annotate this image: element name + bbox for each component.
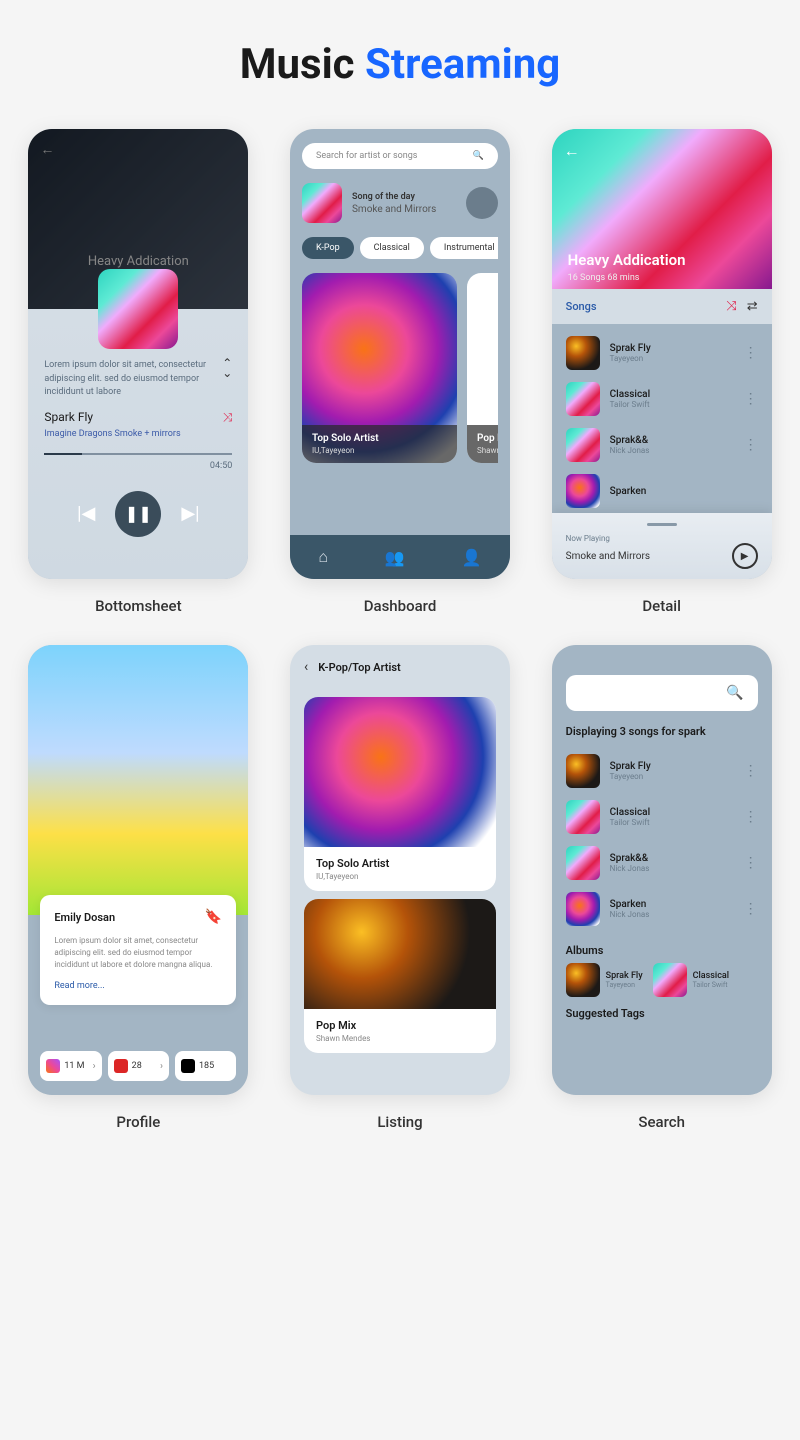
song-item[interactable]: Sparken: [566, 468, 758, 514]
song-title: Spark Fly: [44, 410, 93, 424]
caption-dashboard: Dashboard: [364, 597, 437, 615]
youtube-button[interactable]: 28 ›: [108, 1051, 169, 1081]
chip-kpop[interactable]: K-Pop: [302, 237, 354, 259]
caption-listing: Listing: [377, 1113, 422, 1131]
youtube-icon: [114, 1059, 128, 1073]
chevron-right-icon: ›: [160, 1061, 163, 1072]
twitter-button[interactable]: 185: [175, 1051, 236, 1081]
more-icon[interactable]: ⋮: [744, 855, 758, 871]
song-cover: [566, 474, 600, 508]
playlist-title: Heavy Addication: [568, 251, 686, 269]
search-icon: 🔍: [473, 151, 484, 161]
pause-button[interactable]: ❚❚: [115, 491, 161, 537]
sod-cover: [302, 183, 342, 223]
caption-profile: Profile: [116, 1113, 160, 1131]
bottomsheet-screen: ← Heavy Addication Lorem ipsum dolor sit…: [28, 129, 248, 579]
album-title: Heavy Addication: [28, 254, 248, 269]
page-title: Music Streaming: [20, 40, 780, 89]
back-icon[interactable]: ←: [564, 141, 580, 161]
chip-instrumental[interactable]: Instrumental: [430, 237, 498, 259]
listing-card[interactable]: Pop Mix Shawn Mendes: [304, 899, 496, 1053]
profile-screen: Emily Dosan 🔖 Lorem ipsum dolor sit amet…: [28, 645, 248, 1095]
back-icon[interactable]: ←: [40, 141, 54, 158]
twitter-icon: [181, 1059, 195, 1073]
profile-name: Emily Dosan: [54, 911, 115, 924]
duration-label: 04:50: [44, 461, 232, 471]
card-image: [304, 697, 496, 847]
song-item[interactable]: Sprak&&Nick Jonas ⋮: [566, 840, 758, 886]
instagram-button[interactable]: 11 M ›: [40, 1051, 101, 1081]
card-image: [304, 899, 496, 1009]
read-more-link[interactable]: Read more...: [54, 981, 222, 991]
previous-icon[interactable]: |◀: [77, 503, 95, 524]
album-cover[interactable]: [98, 269, 178, 349]
now-playing-bar[interactable]: Now Playing Smoke and Mirrors ▶: [552, 513, 772, 579]
song-item[interactable]: Sprak&&Nick Jonas ⋮: [566, 422, 758, 468]
playlist-card[interactable]: Top Solo Artist IU,Tayeyeon: [302, 273, 457, 463]
song-cover: [566, 336, 600, 370]
tags-label: Suggested Tags: [566, 1007, 758, 1020]
album-item[interactable]: Sprak FlyTayeyeon: [566, 963, 643, 997]
listing-card[interactable]: Top Solo Artist IU,Tayeyeon: [304, 697, 496, 891]
song-item[interactable]: SparkenNick Jonas ⋮: [566, 886, 758, 932]
back-icon[interactable]: ‹: [304, 659, 308, 675]
more-icon[interactable]: ⋮: [744, 809, 758, 825]
instagram-icon: [46, 1059, 60, 1073]
more-icon[interactable]: ⋮: [744, 901, 758, 917]
song-cover: [566, 428, 600, 462]
song-cover: [566, 382, 600, 416]
results-label: Displaying 3 songs for spark: [566, 725, 758, 738]
search-input[interactable]: 🔍: [566, 675, 758, 711]
bookmark-icon[interactable]: 🔖: [205, 909, 222, 925]
next-icon[interactable]: ▶|: [181, 503, 199, 524]
search-screen: 🔍 Displaying 3 songs for spark Sprak Fly…: [552, 645, 772, 1095]
home-icon[interactable]: ⌂: [318, 547, 328, 567]
profile-avatar-icon[interactable]: 👤: [462, 548, 482, 567]
listing-screen: ‹ K-Pop/Top Artist Top Solo Artist IU,Ta…: [290, 645, 510, 1095]
caption-detail: Detail: [642, 597, 681, 615]
albums-label: Albums: [566, 944, 758, 957]
people-icon[interactable]: 👥: [385, 548, 405, 567]
drag-handle[interactable]: [647, 523, 677, 526]
profile-description: Lorem ipsum dolor sit amet, consectetur …: [54, 935, 222, 971]
song-item[interactable]: ClassicalTailor Swift ⋮: [566, 794, 758, 840]
playlist-meta: 16 Songs 68 mins: [568, 273, 640, 283]
caption-bottomsheet: Bottomsheet: [95, 597, 182, 615]
song-of-day[interactable]: Song of the day Smoke and Mirrors: [302, 183, 498, 223]
search-input[interactable]: Search for artist or songs 🔍: [302, 143, 498, 169]
breadcrumb: K-Pop/Top Artist: [318, 661, 401, 674]
album-item[interactable]: ClassicalTailor Swift: [653, 963, 729, 997]
repeat-icon[interactable]: ⇄: [747, 299, 758, 314]
songs-label: Songs: [566, 300, 597, 313]
song-item[interactable]: Sprak FlyTayeyeon ⋮: [566, 748, 758, 794]
detail-screen: ← Heavy Addication 16 Songs 68 mins Song…: [552, 129, 772, 579]
search-icon: 🔍: [726, 685, 743, 701]
shuffle-icon[interactable]: ⤨: [223, 410, 233, 425]
caption-search: Search: [638, 1113, 685, 1131]
profile-card: Emily Dosan 🔖 Lorem ipsum dolor sit amet…: [40, 895, 236, 1005]
chip-classical[interactable]: Classical: [360, 237, 424, 259]
song-description: Lorem ipsum dolor sit amet, consectetur …: [44, 359, 232, 400]
dashboard-screen: Search for artist or songs 🔍 Song of the…: [290, 129, 510, 579]
artist-name: Imagine Dragons Smoke + mirrors: [44, 429, 232, 439]
more-icon[interactable]: ⋮: [744, 763, 758, 779]
expand-collapse-icon[interactable]: ⌃⌄: [222, 359, 232, 378]
song-item[interactable]: Sprak FlyTayeyeon ⋮: [566, 330, 758, 376]
progress-bar[interactable]: [44, 453, 232, 455]
more-icon[interactable]: ⋮: [744, 437, 758, 453]
chevron-right-icon: ›: [93, 1061, 96, 1072]
sod-avatar[interactable]: [466, 187, 498, 219]
song-item[interactable]: ClassicalTailor Swift ⋮: [566, 376, 758, 422]
shuffle-icon[interactable]: ⤨: [726, 299, 736, 314]
more-icon[interactable]: ⋮: [744, 345, 758, 361]
playlist-card[interactable]: Pop Mix Shawn Me: [467, 273, 498, 463]
more-icon[interactable]: ⋮: [744, 391, 758, 407]
profile-hero-image: [28, 645, 248, 915]
play-icon[interactable]: ▶: [732, 543, 758, 569]
